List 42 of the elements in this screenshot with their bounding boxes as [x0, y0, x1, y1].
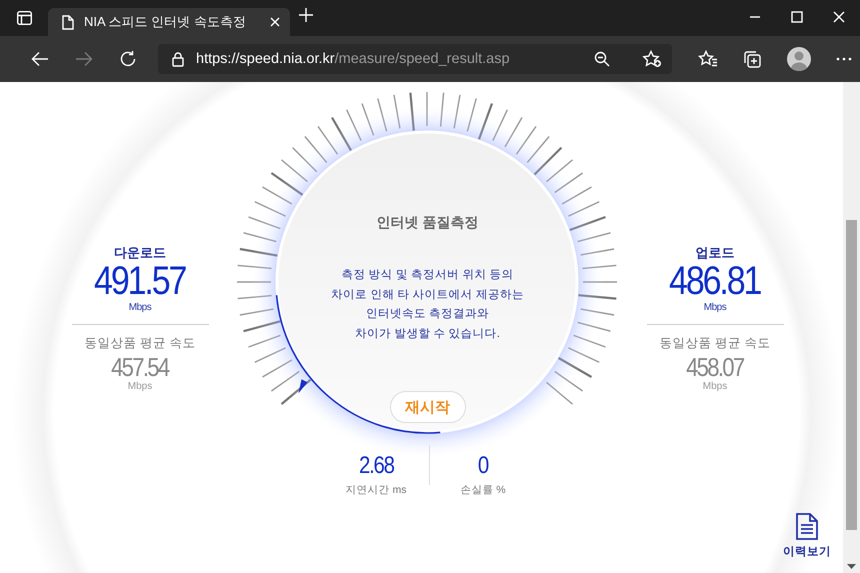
average-speed-label: 동일상품 평균 속도: [84, 335, 196, 351]
maximize-icon[interactable]: [791, 11, 803, 23]
scrollbar[interactable]: [843, 82, 860, 573]
zoom-out-icon[interactable]: [594, 51, 610, 67]
browser-tab[interactable]: NIA 스피드 인터넷 속도측정: [48, 8, 290, 36]
profile-avatar[interactable]: [787, 47, 811, 71]
forward-arrow-icon[interactable]: [75, 51, 93, 67]
document-icon: [796, 513, 818, 540]
close-icon[interactable]: [270, 17, 280, 27]
notice-text: 측정 방식 및 측정서버 위치 등의 차이로 인해 타 사이트에서 제공하는 인터넷속도 측정결과와 차이가 발생할 수 있습니다.: [331, 268, 524, 342]
address-bar[interactable]: https://speed.nia.or.kr/measure/speed_result.asp: [158, 44, 672, 74]
unit-label: Mbps: [702, 381, 728, 393]
more-icon[interactable]: [836, 57, 852, 61]
lock-icon: [172, 52, 184, 66]
url-text: https://speed.nia.or.kr/measure/speed_result.asp: [196, 51, 511, 67]
download-speed-value: 491.57: [94, 260, 186, 302]
upload-speed-value: 486.81: [669, 260, 761, 302]
download-label: 다운로드: [114, 244, 166, 262]
star-add-icon[interactable]: [642, 50, 662, 68]
back-arrow-icon[interactable]: [31, 51, 49, 67]
favorites-icon[interactable]: [698, 50, 718, 68]
scrollbar-thumb[interactable]: [846, 220, 857, 530]
page-icon[interactable]: [62, 14, 74, 30]
unit-label: Mbps: [128, 302, 152, 314]
metric-value: 2.68: [358, 453, 394, 479]
metric-value: 0: [478, 453, 488, 479]
new-tab-icon[interactable]: [298, 7, 314, 23]
gauge-title: 인터넷 품질측정: [376, 214, 478, 232]
metric-label: 손실률 %: [460, 483, 506, 497]
scroll-down-icon[interactable]: [847, 564, 856, 569]
unit-label: Mbps: [128, 381, 152, 393]
unit-label: Mbps: [704, 302, 726, 314]
tab-actions-icon[interactable]: [16, 11, 32, 25]
refresh-icon[interactable]: [119, 50, 137, 68]
average-speed-value: 457.54: [111, 353, 169, 381]
close-icon[interactable]: [833, 11, 845, 23]
average-speed-value: 458.07: [686, 353, 744, 381]
metric-label: 지연시간 ms: [346, 483, 406, 497]
collections-icon[interactable]: [743, 50, 762, 68]
upload-label: 업로드: [696, 244, 734, 262]
average-speed-label: 동일상품 평균 속도: [660, 335, 770, 351]
history-link[interactable]: 이력보기: [783, 513, 831, 559]
